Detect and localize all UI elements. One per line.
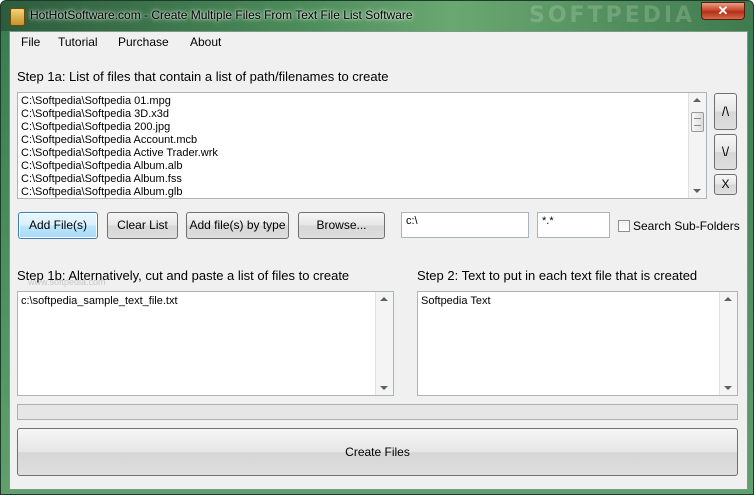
menu-bar: File Tutorial Purchase About [10, 32, 747, 52]
filter-input[interactable]: *.* [537, 212, 610, 238]
move-up-button[interactable]: /\ [714, 93, 737, 130]
app-icon [10, 8, 25, 26]
menu-about[interactable]: About [190, 35, 221, 49]
list-item[interactable]: C:\Softpedia\Softpedia Album.alb [21, 160, 182, 172]
scroll-thumb[interactable] [691, 112, 704, 132]
remove-button[interactable]: X [714, 174, 737, 195]
scroll-down-icon[interactable] [380, 386, 388, 390]
move-down-button[interactable]: \/ [714, 134, 737, 170]
file-text-content: Softpedia Text [421, 295, 491, 307]
create-files-button[interactable]: Create Files [17, 428, 738, 476]
scroll-down-icon[interactable] [693, 189, 701, 193]
file-list[interactable]: C:\Softpedia\Softpedia 01.mpg C:\Softped… [17, 92, 707, 199]
add-files-button[interactable]: Add File(s) [18, 212, 98, 239]
file-text-scrollbar[interactable] [719, 292, 737, 395]
step1b-label: Step 1b: Alternatively, cut and paste a … [17, 268, 350, 283]
clear-list-button[interactable]: Clear List [107, 212, 178, 239]
list-item[interactable]: C:\Softpedia\Softpedia 3D.x3d [21, 108, 169, 120]
list-item[interactable]: C:\Softpedia\Softpedia Album.fss [21, 173, 182, 185]
search-subfolders-checkbox[interactable] [618, 220, 630, 232]
browse-button[interactable]: Browse... [298, 212, 385, 239]
scroll-down-icon[interactable] [724, 386, 732, 390]
menu-purchase[interactable]: Purchase [118, 35, 169, 49]
search-subfolders-label: Search Sub-Folders [633, 219, 740, 233]
close-button[interactable]: ✕ [701, 2, 745, 20]
list-item[interactable]: C:\Softpedia\Softpedia 200.jpg [21, 121, 170, 133]
list-item[interactable]: C:\Softpedia\Softpedia 01.mpg [21, 95, 171, 107]
progress-bar [17, 404, 738, 420]
softpedia-watermark: SOFTPEDIA [529, 3, 696, 28]
app-window: HotHotSoftware.com - Create Multiple Fil… [0, 0, 754, 495]
scroll-up-icon[interactable] [724, 297, 732, 301]
list-item[interactable]: C:\Softpedia\Softpedia Active Trader.wrk [21, 147, 218, 159]
path-input[interactable]: c:\ [401, 212, 529, 238]
step1a-label: Step 1a: List of files that contain a li… [17, 69, 389, 84]
add-by-type-button[interactable]: Add file(s) by type [186, 212, 289, 239]
file-list-scrollbar[interactable] [688, 93, 706, 198]
menu-tutorial[interactable]: Tutorial [58, 35, 98, 49]
client-area: File Tutorial Purchase About Step 1a: Li… [9, 31, 748, 490]
title-bar[interactable]: HotHotSoftware.com - Create Multiple Fil… [1, 1, 753, 31]
scroll-up-icon[interactable] [380, 297, 388, 301]
list-item[interactable]: C:\Softpedia\Softpedia Account.mcb [21, 134, 197, 146]
paste-list-textarea[interactable]: c:\softpedia_sample_text_file.txt [17, 291, 394, 396]
file-text-textarea[interactable]: Softpedia Text [417, 291, 738, 396]
list-item[interactable]: C:\Softpedia\Softpedia Album.glb [21, 186, 182, 198]
window-title: HotHotSoftware.com - Create Multiple Fil… [30, 8, 413, 22]
step2-label: Step 2: Text to put in each text file th… [417, 268, 698, 283]
menu-file[interactable]: File [21, 35, 40, 49]
scroll-up-icon[interactable] [693, 98, 701, 102]
paste-list-scrollbar[interactable] [375, 292, 393, 395]
paste-list-text: c:\softpedia_sample_text_file.txt [21, 295, 178, 307]
